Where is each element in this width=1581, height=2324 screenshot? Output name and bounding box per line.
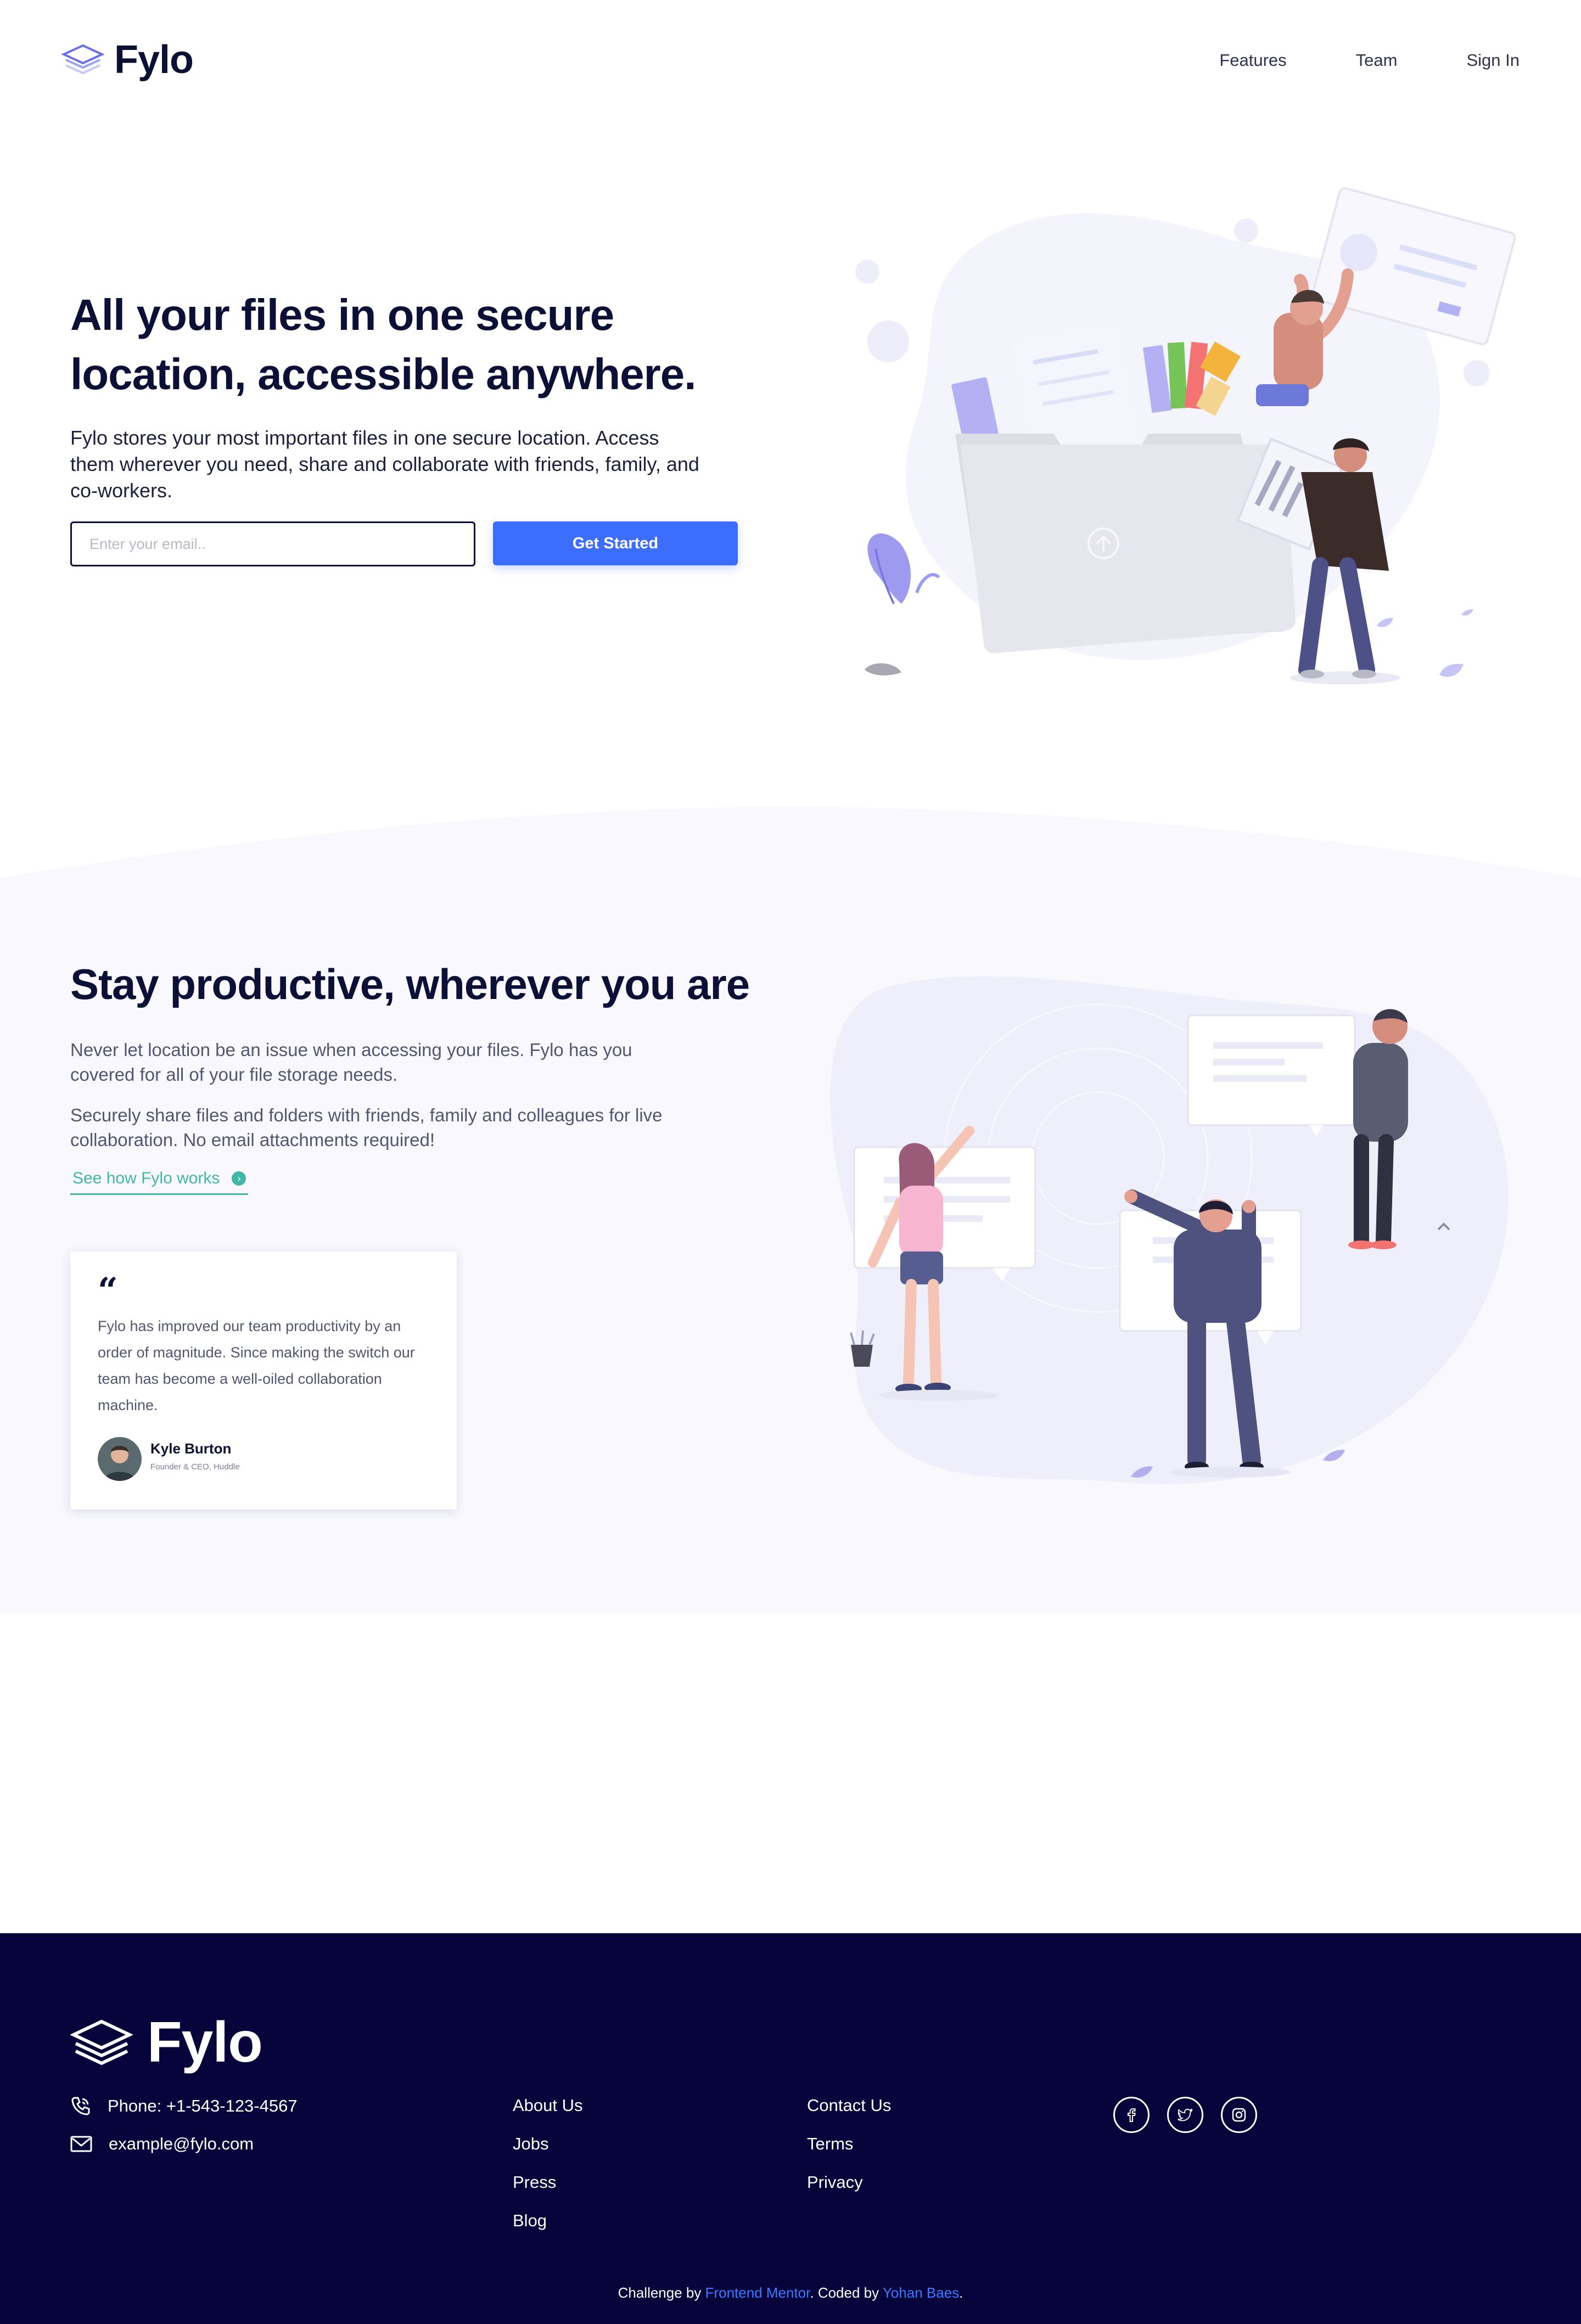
quote-icon: “ bbox=[98, 1270, 118, 1311]
see-how-link[interactable]: See how Fylo works › bbox=[70, 1169, 249, 1195]
footer-email-text: example@fylo.com bbox=[109, 2134, 254, 2153]
fylo-logo-icon bbox=[70, 2019, 133, 2065]
attribution-middle: . Coded by bbox=[810, 2284, 883, 2301]
twitter-icon bbox=[1178, 2108, 1193, 2121]
main-nav: Features Team Sign In bbox=[1219, 50, 1520, 70]
logo-text: Fylo bbox=[114, 38, 194, 82]
attribution-suffix: . bbox=[959, 2284, 963, 2301]
footer-link-jobs[interactable]: Jobs bbox=[513, 2135, 583, 2153]
avatar bbox=[98, 1437, 142, 1481]
productive-paragraph-1: Never let location be an issue when acce… bbox=[70, 1040, 632, 1085]
footer-logo[interactable]: Fylo bbox=[70, 2010, 263, 2075]
footer-links-col-2: Contact Us Terms Privacy bbox=[807, 2097, 891, 2191]
hero-text: Fylo stores your most important files in… bbox=[70, 426, 699, 502]
hero-title: All your files in one secure location, a… bbox=[70, 290, 696, 398]
arrow-right-icon: › bbox=[232, 1171, 246, 1186]
frontend-mentor-link[interactable]: Frontend Mentor bbox=[705, 2284, 810, 2301]
twitter-link[interactable] bbox=[1167, 2097, 1203, 2133]
author-link[interactable]: Yohan Baes bbox=[883, 2284, 959, 2301]
footer-links-col-1: About Us Jobs Press Blog bbox=[513, 2097, 583, 2230]
email-input[interactable] bbox=[70, 521, 475, 566]
mail-icon bbox=[70, 2136, 92, 2152]
testimonial-text: Fylo has improved our team productivity … bbox=[98, 1318, 415, 1413]
footer-link-about[interactable]: About Us bbox=[513, 2097, 583, 2114]
site-header: Fylo Features Team Sign In bbox=[0, 0, 1581, 121]
footer-link-terms[interactable]: Terms bbox=[807, 2135, 891, 2153]
author-role: Founder & CEO, Huddle bbox=[150, 1462, 240, 1472]
footer-logo-text: Fylo bbox=[147, 2011, 263, 2074]
logo[interactable]: Fylo bbox=[61, 37, 194, 82]
site-footer: Fylo Phone: +1-543-123-4567 example@fylo… bbox=[0, 1933, 1581, 2324]
instagram-link[interactable] bbox=[1221, 2097, 1257, 2133]
facebook-link[interactable] bbox=[1113, 2097, 1150, 2133]
footer-link-privacy[interactable]: Privacy bbox=[807, 2174, 891, 2191]
author-name: Kyle Burton bbox=[150, 1440, 232, 1457]
nav-team[interactable]: Team bbox=[1356, 50, 1398, 70]
footer-link-blog[interactable]: Blog bbox=[513, 2212, 583, 2230]
testimonial-card: “ Fylo has improved our team productivit… bbox=[70, 1251, 457, 1509]
social-links bbox=[1113, 2097, 1257, 2133]
productive-paragraph-2: Securely share files and folders with fr… bbox=[70, 1105, 663, 1150]
attribution-prefix: Challenge by bbox=[618, 2284, 705, 2301]
instagram-icon bbox=[1232, 2108, 1246, 2122]
facebook-icon bbox=[1128, 2108, 1136, 2122]
footer-link-contact[interactable]: Contact Us bbox=[807, 2097, 891, 2114]
footer-phone: Phone: +1-543-123-4567 bbox=[70, 2096, 298, 2117]
footer-phone-text: Phone: +1-543-123-4567 bbox=[108, 2096, 298, 2115]
section-wave bbox=[0, 807, 1581, 884]
footer-email: example@fylo.com bbox=[70, 2134, 254, 2154]
productive-title: Stay productive, wherever you are bbox=[70, 960, 750, 1008]
nav-sign-in[interactable]: Sign In bbox=[1466, 50, 1520, 70]
attribution: Challenge by Frontend Mentor. Coded by Y… bbox=[0, 2284, 1581, 2301]
phone-icon bbox=[71, 2097, 90, 2115]
nav-features[interactable]: Features bbox=[1219, 50, 1286, 70]
hero-illustration bbox=[855, 187, 1516, 684]
get-started-button[interactable]: Get Started bbox=[493, 521, 738, 565]
productive-illustration bbox=[830, 976, 1509, 1484]
see-how-link-label: See how Fylo works bbox=[72, 1169, 220, 1187]
footer-link-press[interactable]: Press bbox=[513, 2174, 583, 2191]
fylo-logo-icon bbox=[61, 44, 104, 75]
